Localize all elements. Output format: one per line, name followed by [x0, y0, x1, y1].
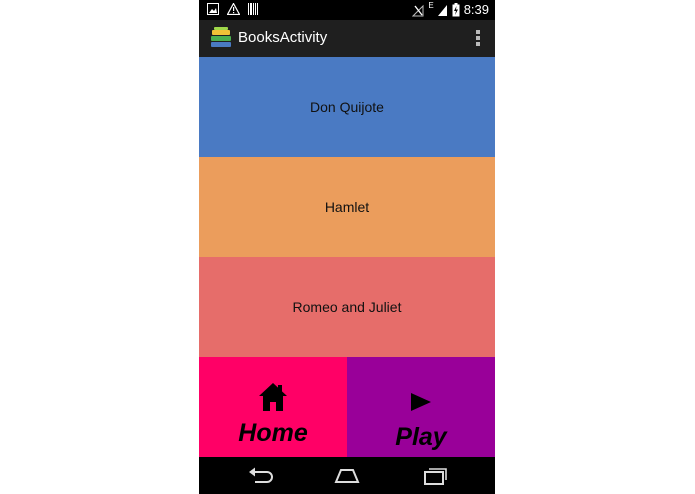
book-item-don-quijote[interactable]: Don Quijote — [199, 57, 495, 157]
play-icon — [411, 393, 431, 411]
book-item-romeo-and-juliet[interactable]: Romeo and Juliet — [199, 257, 495, 357]
play-label: Play — [395, 423, 447, 451]
home-icon — [259, 383, 287, 411]
network-e-icon — [437, 4, 447, 16]
home-nav-icon[interactable] — [333, 466, 361, 486]
home-label: Home — [238, 419, 308, 447]
recents-icon[interactable] — [421, 466, 449, 486]
book-title: Hamlet — [324, 199, 370, 215]
barcode-icon — [248, 3, 258, 15]
home-button[interactable]: Home — [199, 357, 347, 457]
action-bar: BooksActivity — [199, 20, 495, 57]
status-time: 8:39 — [463, 2, 489, 17]
signal-off-icon — [412, 4, 424, 16]
overflow-menu-icon[interactable] — [475, 29, 481, 49]
stacked-books-icon[interactable] — [209, 26, 233, 50]
image-icon — [207, 3, 219, 15]
back-icon[interactable] — [247, 466, 275, 486]
book-title: Romeo and Juliet — [292, 299, 402, 315]
app-title: BooksActivity — [238, 29, 328, 46]
play-button[interactable]: Play — [347, 357, 495, 457]
phone-screen: E 8:39 BooksActivity Don Quijote Hamlet … — [199, 0, 495, 494]
book-item-hamlet[interactable]: Hamlet — [199, 157, 495, 257]
book-title: Don Quijote — [310, 99, 384, 115]
system-navigation-bar — [199, 457, 495, 494]
battery-icon — [452, 3, 460, 17]
network-type-label: E — [428, 1, 434, 10]
status-bar: E 8:39 — [199, 0, 495, 20]
warning-icon — [227, 3, 240, 15]
